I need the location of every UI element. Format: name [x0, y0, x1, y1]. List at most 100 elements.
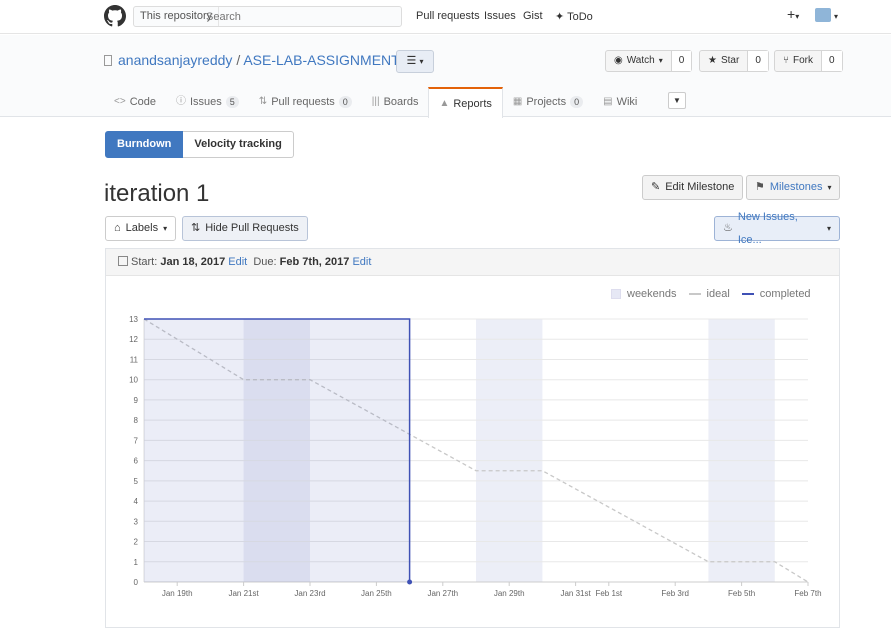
- weekend-band: [476, 319, 543, 582]
- nav-pull-requests[interactable]: Pull requests: [416, 10, 480, 22]
- fork-button[interactable]: ⑂ Fork 0: [774, 50, 843, 72]
- milestones-dropdown[interactable]: ⚑ Milestones ▾: [746, 175, 841, 200]
- chevron-down-icon[interactable]: ▾: [834, 12, 838, 21]
- start-label: Start:: [131, 256, 158, 268]
- repo-tabs: <> Code ⓘ Issues 5 ⇅ Pull requests 0 ||| Board…: [104, 87, 647, 118]
- x-tick-label: Feb 5th: [728, 589, 755, 598]
- tab-code[interactable]: <> Code: [104, 87, 166, 117]
- repo-icon: [104, 55, 112, 66]
- labels-label: Labels: [125, 222, 159, 234]
- pull-request-icon: ⇅: [258, 96, 268, 107]
- watch-button[interactable]: ◉ Watch ▾ 0: [605, 50, 693, 72]
- tab-issues[interactable]: ⓘ Issues 5: [166, 87, 249, 117]
- legend-completed: completed: [759, 288, 811, 300]
- star-icon: ★: [708, 55, 717, 66]
- eye-icon: ◉: [614, 55, 623, 66]
- edit-start-link[interactable]: Edit: [228, 256, 247, 268]
- search-input[interactable]: [206, 8, 396, 25]
- velocity-tracking-button[interactable]: Velocity tracking: [183, 131, 294, 158]
- nav-issues[interactable]: Issues: [484, 10, 516, 22]
- edit-milestone-button[interactable]: ✎ Edit Milestone: [642, 175, 744, 200]
- y-tick-label: 3: [134, 517, 139, 526]
- y-tick-label: 7: [134, 436, 139, 445]
- repo-header: anandsanjayreddy / ASE-LAB-ASSIGNMENTS ☰…: [0, 35, 891, 118]
- x-tick-label: Jan 21st: [228, 589, 259, 598]
- repo-menu-button[interactable]: ☰ ▾: [396, 50, 434, 73]
- tab-label: Code: [129, 96, 156, 108]
- more-tabs-button[interactable]: ▼: [668, 92, 686, 109]
- todo-icon: ✦: [555, 11, 565, 23]
- y-tick-label: 8: [134, 416, 139, 425]
- completed-swatch: [741, 293, 754, 295]
- repo-title: anandsanjayreddy / ASE-LAB-ASSIGNMENTS: [104, 52, 409, 68]
- flame-icon: ♨: [723, 222, 733, 234]
- repo-owner-link[interactable]: anandsanjayreddy: [118, 52, 232, 68]
- burndown-button[interactable]: Burndown: [105, 131, 184, 158]
- weekends-swatch: [611, 289, 621, 299]
- fork-label: Fork: [793, 55, 813, 66]
- y-tick-label: 5: [134, 477, 139, 486]
- tab-wiki[interactable]: ▤ Wiki: [593, 87, 647, 117]
- y-tick-label: 13: [129, 315, 138, 324]
- legend-ideal: ideal: [706, 288, 730, 300]
- hide-prs-label: Hide Pull Requests: [205, 222, 299, 234]
- labels-dropdown[interactable]: ⌂ Labels ▾: [105, 216, 177, 241]
- projects-icon: ▦: [512, 96, 523, 107]
- avatar[interactable]: [815, 8, 831, 22]
- chevron-down-icon: ▾: [826, 224, 831, 233]
- star-count[interactable]: 0: [747, 51, 768, 71]
- create-new-button[interactable]: +▾: [787, 6, 799, 22]
- nav-todo-label: ToDo: [567, 11, 593, 23]
- y-tick-label: 6: [134, 457, 139, 466]
- tab-pull-requests[interactable]: ⇅ Pull requests 0: [249, 87, 362, 117]
- x-tick-label: Jan 29th: [494, 589, 525, 598]
- milestone-dates: Start: Jan 18, 2017 Edit Due: Feb 7th, 2…: [106, 249, 839, 276]
- y-tick-label: 0: [134, 578, 139, 587]
- nav-todo[interactable]: ✦ ToDo: [555, 10, 593, 23]
- weekend-band: [708, 319, 775, 582]
- calendar-icon: [118, 256, 128, 266]
- tab-label: Wiki: [616, 96, 638, 108]
- x-tick-label: Jan 19th: [162, 589, 193, 598]
- repo-name-link[interactable]: ASE-LAB-ASSIGNMENTS: [243, 52, 409, 68]
- start-date: Jan 18, 2017: [160, 256, 226, 268]
- x-tick-label: Feb 7th: [794, 589, 821, 598]
- y-tick-label: 9: [134, 396, 139, 405]
- tab-projects[interactable]: ▦ Projects 0: [503, 87, 593, 117]
- chevron-down-icon: ▾: [163, 224, 168, 233]
- filter-label: New Issues, Ice...: [737, 210, 798, 246]
- tab-label: Projects: [526, 96, 567, 108]
- watch-count[interactable]: 0: [670, 51, 692, 71]
- edit-due-link[interactable]: Edit: [352, 256, 371, 268]
- tab-label: Reports: [453, 97, 492, 110]
- due-label: Due:: [253, 256, 277, 268]
- fork-icon: ⑂: [783, 55, 789, 66]
- report-view-toggle: Burndown Velocity tracking: [105, 131, 294, 158]
- pencil-icon: ✎: [651, 181, 661, 193]
- ideal-swatch: [688, 293, 701, 295]
- star-button[interactable]: ★ Star 0: [699, 50, 769, 72]
- burndown-chart: 012345678910111213Jan 19th Jan 21st Jan 23…: [129, 315, 821, 598]
- x-tick-label: Jan 31st: [560, 589, 591, 598]
- y-tick-label: 2: [134, 538, 139, 547]
- github-logo-icon[interactable]: [104, 5, 126, 27]
- legend-weekends: weekends: [627, 288, 677, 300]
- x-tick-label: Jan 25th: [361, 589, 392, 598]
- chevron-down-icon: ▾: [658, 56, 663, 65]
- tab-boards[interactable]: ||| Boards: [362, 87, 429, 117]
- hide-pull-requests-button[interactable]: ⇅ Hide Pull Requests: [182, 216, 308, 241]
- due-date: Feb 7th, 2017: [279, 256, 350, 268]
- repo-separator: /: [236, 52, 241, 68]
- wiki-icon: ▤: [603, 96, 613, 107]
- milestone-title: iteration 1: [104, 180, 210, 207]
- completed-point: [407, 579, 413, 585]
- chevron-down-icon: ▼: [673, 96, 681, 105]
- tab-reports[interactable]: ▲ Reports: [428, 87, 503, 118]
- plus-icon: +: [787, 6, 796, 22]
- fork-count[interactable]: 0: [821, 51, 842, 71]
- watch-label: Watch: [626, 55, 655, 66]
- completed-area: [144, 319, 410, 582]
- nav-gist[interactable]: Gist: [523, 10, 543, 22]
- y-tick-label: 11: [130, 355, 139, 364]
- issue-filter-dropdown[interactable]: ♨ New Issues, Ice... ▾: [714, 211, 840, 246]
